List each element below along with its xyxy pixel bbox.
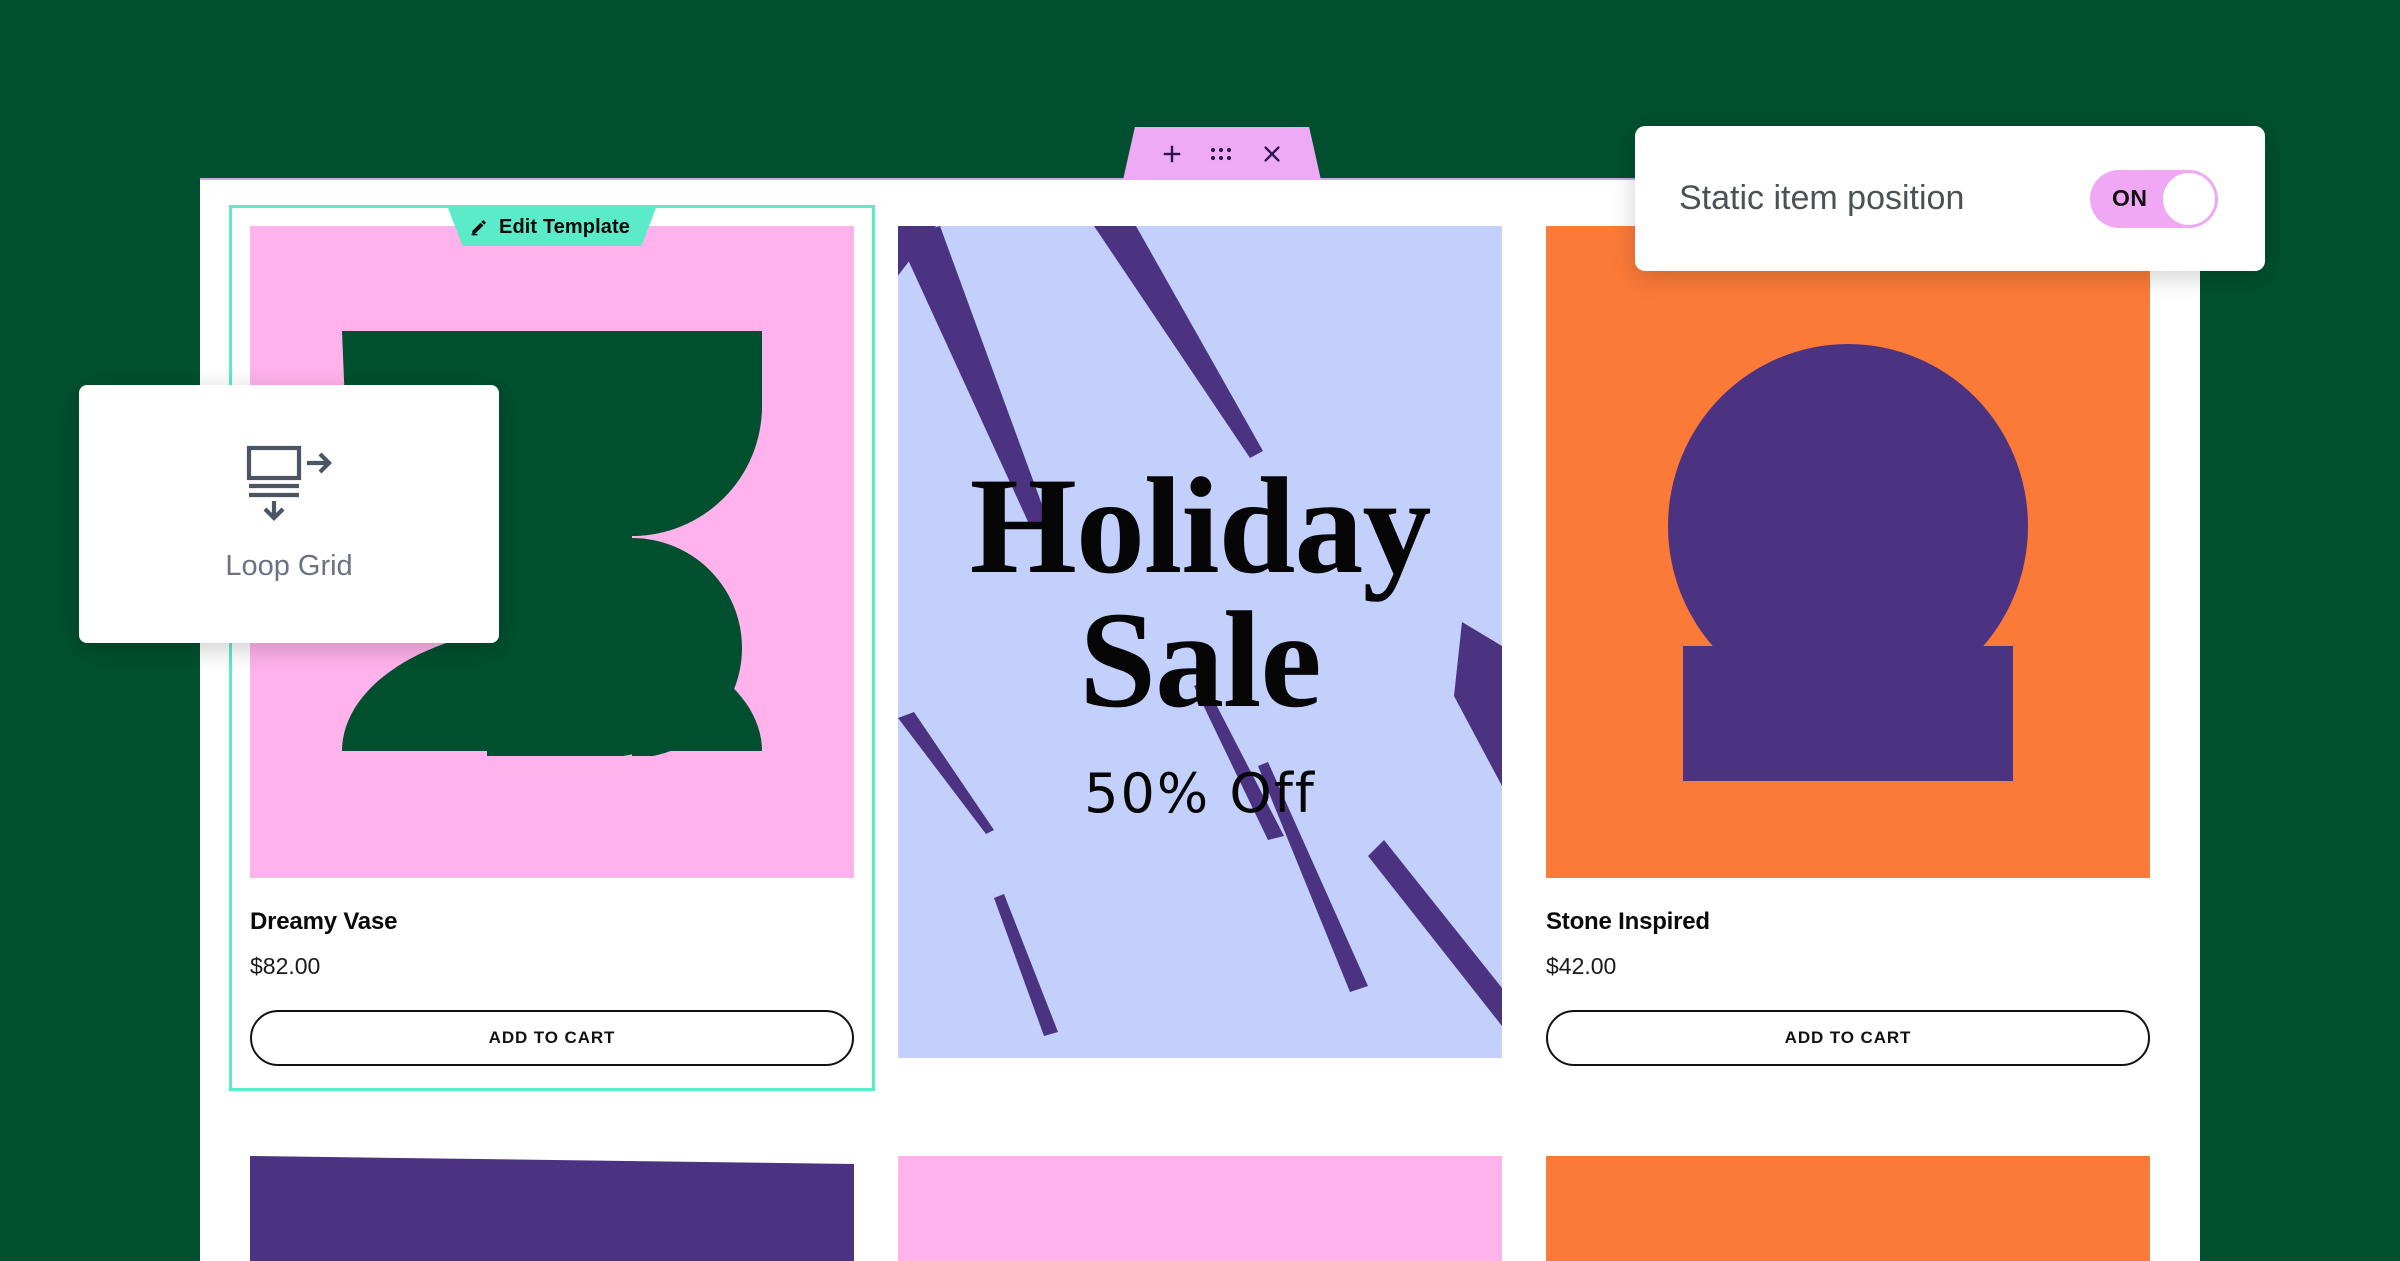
product-media-row2-1 — [250, 1156, 854, 1261]
loop-grid-icon — [246, 445, 332, 526]
add-to-cart-button[interactable]: ADD TO CART — [1546, 1010, 2150, 1066]
product-media-stone-inspired — [1546, 226, 2150, 878]
close-icon — [1264, 145, 1280, 162]
drag-dots-icon — [1210, 147, 1232, 160]
floating-element-toolbar[interactable] — [1123, 127, 1321, 180]
loop-grid-widget-card[interactable]: Loop Grid — [79, 385, 499, 643]
product-cell-5 — [880, 1138, 1520, 1261]
product-card-dreamy-vase[interactable]: Dreamy Vase $82.00 ADD TO CART — [229, 205, 875, 1091]
promo-title-line1: Holiday — [969, 448, 1432, 602]
static-item-position-label: Static item position — [1679, 179, 1965, 217]
add-element-button[interactable] — [1158, 140, 1186, 168]
product-title: Dreamy Vase — [250, 908, 398, 935]
product-cell-4 — [232, 1138, 872, 1261]
close-button[interactable] — [1258, 140, 1286, 168]
product-cell-2: Holiday Sale 50% Off — [880, 208, 1520, 1088]
pencil-icon — [470, 218, 488, 236]
edit-template-label: Edit Template — [499, 215, 630, 238]
toggle-state-label: ON — [2112, 185, 2148, 211]
loop-grid-label: Loop Grid — [225, 550, 353, 582]
product-media-row2-3 — [1546, 1156, 2150, 1261]
product-media-row2-2 — [898, 1156, 1502, 1261]
editor-canvas: Dreamy Vase $82.00 ADD TO CART Edit Temp… — [200, 178, 2200, 1261]
product-cell-6 — [1528, 1138, 2168, 1261]
toggle-knob[interactable] — [2162, 171, 2216, 226]
product-card-row2-3[interactable] — [1528, 1138, 2168, 1261]
product-grid: Dreamy Vase $82.00 ADD TO CART Edit Temp… — [229, 205, 2168, 1261]
plus-icon — [1163, 145, 1181, 162]
purple-block-shape — [250, 1156, 854, 1261]
product-title: Stone Inspired — [1546, 908, 1710, 935]
promo-banner: Holiday Sale 50% Off — [898, 226, 1502, 1058]
static-item-position-toggle[interactable]: ON — [2090, 169, 2218, 228]
product-card-row2-1[interactable] — [232, 1138, 872, 1261]
product-card-stone-inspired[interactable]: Stone Inspired $42.00 ADD TO CART — [1528, 208, 2168, 1088]
product-card-row2-2[interactable] — [880, 1138, 1520, 1261]
stone-shape-icon — [1668, 344, 2028, 781]
promo-subtitle: 50% Off — [1084, 762, 1316, 826]
product-card-promo[interactable]: Holiday Sale 50% Off — [880, 208, 1520, 1080]
product-price: $82.00 — [250, 953, 321, 979]
add-to-cart-button[interactable]: ADD TO CART — [250, 1010, 854, 1066]
product-cell-3: Stone Inspired $42.00 ADD TO CART — [1528, 208, 2168, 1088]
promo-title-line2: Sale — [1079, 582, 1321, 736]
promo-title: Holiday Sale — [969, 448, 1432, 736]
drag-handle[interactable] — [1208, 140, 1236, 168]
static-item-position-panel: Static item position ON — [1635, 126, 2265, 271]
orange-block-shape — [1546, 1156, 2150, 1261]
pink-block-shape — [898, 1156, 1502, 1261]
edit-template-badge[interactable]: Edit Template — [448, 208, 656, 246]
product-price: $42.00 — [1546, 953, 1617, 979]
product-cell-1: Dreamy Vase $82.00 ADD TO CART Edit Temp… — [229, 205, 875, 1091]
